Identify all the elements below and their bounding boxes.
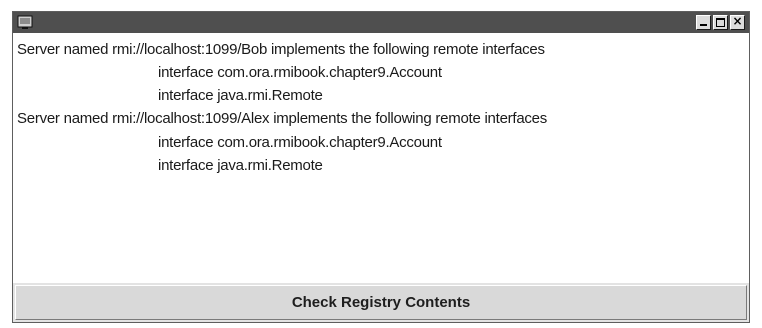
output-line: Server named rmi://localhost:1099/Bob im… xyxy=(17,41,545,58)
output-line: interface java.rmi.Remote xyxy=(158,87,323,104)
maximize-button[interactable] xyxy=(713,15,728,30)
output-line: interface com.ora.rmibook.chapter9.Accou… xyxy=(158,64,442,81)
app-menu-icon[interactable] xyxy=(17,15,33,30)
close-icon: × xyxy=(732,14,743,28)
output-line: interface com.ora.rmibook.chapter9.Accou… xyxy=(158,134,442,151)
minimize-button[interactable] xyxy=(696,15,711,30)
check-registry-contents-button[interactable]: Check Registry Contents xyxy=(15,285,747,320)
output-text-area[interactable]: Server named rmi://localhost:1099/Bob im… xyxy=(13,33,749,283)
output-line: interface java.rmi.Remote xyxy=(158,157,323,174)
close-button[interactable]: × xyxy=(730,15,745,30)
maximize-icon xyxy=(716,18,725,27)
output-line: Server named rmi://localhost:1099/Alex i… xyxy=(17,110,548,127)
minimize-icon xyxy=(700,24,707,26)
application-window: × Server named rmi://localhost:1099/Bob … xyxy=(12,11,750,323)
title-bar[interactable]: × xyxy=(13,12,749,33)
